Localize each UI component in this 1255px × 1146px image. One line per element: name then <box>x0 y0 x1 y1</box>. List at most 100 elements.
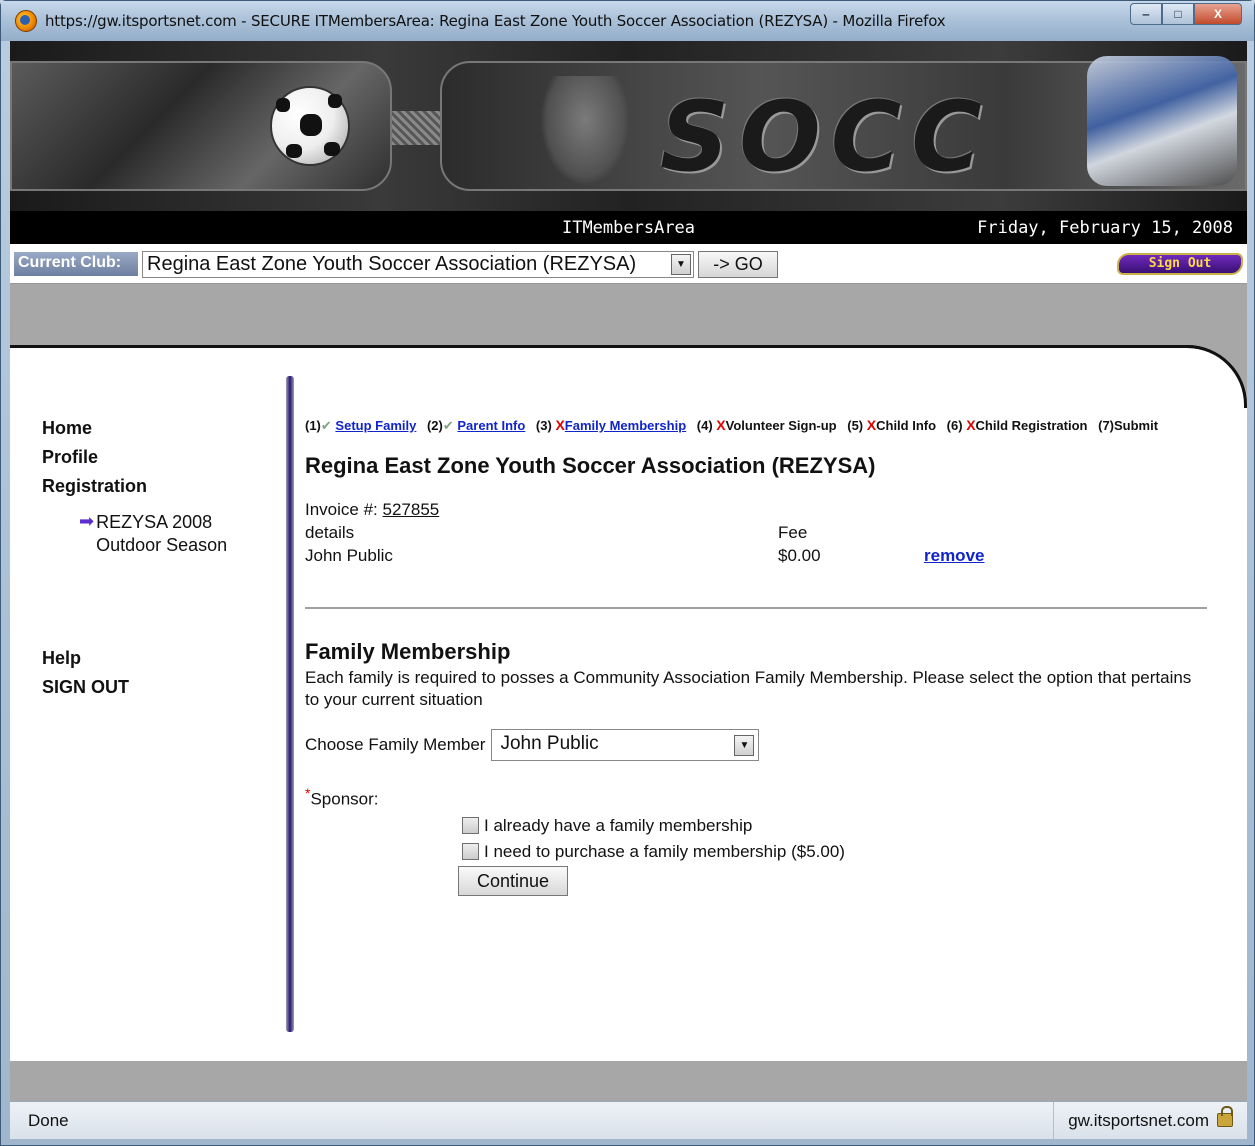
ball-patch <box>328 94 342 108</box>
lock-icon <box>1217 1106 1233 1127</box>
invoice-number-row: Invoice #: 527855 <box>305 500 439 520</box>
season-line2: Outdoor Season <box>96 535 228 555</box>
banner-connector <box>392 111 442 145</box>
chevron-down-icon[interactable]: ▼ <box>734 735 755 756</box>
sponsor-label-row: *Sponsor: <box>305 785 1215 810</box>
player-silhouette-image <box>540 76 630 186</box>
maximize-button[interactable]: □ <box>1162 3 1194 25</box>
sidebar-item-profile[interactable]: Profile <box>42 447 282 476</box>
step-label-child-info: Child Info <box>876 418 937 433</box>
season-line1: REZYSA 2008 <box>96 512 213 532</box>
sidebar-item-registration[interactable]: Registration <box>42 476 282 505</box>
organization-title: Regina East Zone Youth Soccer Associatio… <box>305 453 876 478</box>
arrow-right-icon: ➡ <box>79 511 95 531</box>
col-details: details <box>305 523 355 542</box>
status-text: Done <box>28 1111 69 1130</box>
step-label-volunteer: Volunteer Sign-up <box>725 418 837 433</box>
step-link-family-membership[interactable]: Family Membership <box>565 418 686 433</box>
invoice-label: Invoice #: <box>305 500 378 519</box>
step-1: (1)✔ Setup Family <box>305 418 417 433</box>
checkbox-purchase-membership[interactable] <box>462 843 479 861</box>
ball-patch <box>324 142 340 156</box>
ball-patch <box>286 144 302 158</box>
soccer-ball-icon <box>270 86 350 166</box>
section-divider <box>305 607 1207 609</box>
option-have-membership: I already have a family membership <box>462 816 1215 836</box>
option-purchase-membership: I need to purchase a family membership (… <box>462 842 1215 862</box>
invoice-header-row: details Fee <box>305 523 1005 543</box>
family-membership-description: Each family is required to posses a Comm… <box>305 668 1192 709</box>
remove-link[interactable]: remove <box>924 546 984 566</box>
step-link-parent-info[interactable]: Parent Info <box>457 418 525 433</box>
club-select-value: Regina East Zone Youth Soccer Associatio… <box>147 253 637 275</box>
club-select[interactable]: Regina East Zone Youth Soccer Associatio… <box>142 251 694 278</box>
current-date: Friday, February 15, 2008 <box>977 218 1233 238</box>
x-icon: X <box>716 417 726 433</box>
step-4: (4) XVolunteer Sign-up <box>696 417 837 433</box>
invoice-number: 527855 <box>382 500 440 519</box>
option-have-membership-label: I already have a family membership <box>484 815 753 835</box>
choose-member-label: Choose Family Member <box>305 735 486 754</box>
season-label: REZYSA 2008 Outdoor Season <box>96 511 227 557</box>
col-fee: Fee <box>778 523 808 542</box>
ball-patch <box>276 98 290 112</box>
footer-gray-bar <box>10 1061 1247 1101</box>
check-icon: ✔ <box>442 418 454 433</box>
step-link-setup-family[interactable]: Setup Family <box>335 418 416 433</box>
x-icon: X <box>555 417 565 433</box>
invoice-section: Invoice #: 527855 details Fee John Publi… <box>305 500 1215 570</box>
window-controls: ‒ □ X <box>1130 3 1242 25</box>
sidebar-item-sign-out[interactable]: SIGN OUT <box>42 677 129 706</box>
choose-member-row: Choose Family Member John Public ▼ <box>305 729 1215 761</box>
invoice-item-name: John Public <box>305 546 393 565</box>
step-progress: (1)✔ Setup Family (2)✔ Parent Info (3) X… <box>305 414 1215 437</box>
step-3: (3) XFamily Membership <box>535 417 687 433</box>
status-domain: gw.itsportsnet.com <box>1053 1102 1247 1140</box>
ball-patch <box>300 114 322 136</box>
main-content-area: Home Profile Registration ➡ REZYSA 2008 … <box>10 345 1247 1061</box>
invoice-item-row: John Public $0.00 remove <box>305 546 1005 566</box>
step-label-submit: Submit <box>1114 418 1159 433</box>
club-bar: Current Club: Regina East Zone Youth Soc… <box>10 244 1247 284</box>
sidebar-lower: Help SIGN OUT <box>42 648 129 706</box>
window-title: https://gw.itsportsnet.com - SECURE ITMe… <box>45 12 946 30</box>
sign-out-button[interactable]: Sign Out <box>1117 253 1243 275</box>
status-bar: Done gw.itsportsnet.com <box>10 1101 1247 1140</box>
go-button[interactable]: -> GO <box>698 251 778 278</box>
sidebar-item-help[interactable]: Help <box>42 648 129 677</box>
banner-soccer-word: SOCC <box>660 81 992 193</box>
gray-spacer <box>10 285 1247 345</box>
vertical-divider <box>286 376 294 1032</box>
step-2: (2)✔ Parent Info <box>426 418 526 433</box>
browser-window: https://gw.itsportsnet.com - SECURE ITMe… <box>0 0 1255 1146</box>
continue-button[interactable]: Continue <box>458 865 568 896</box>
player-photo-image <box>1087 56 1237 186</box>
step-label-child-registration: Child Registration <box>975 418 1088 433</box>
invoice-item-fee: $0.00 <box>778 546 821 565</box>
check-icon: ✔ <box>320 418 332 433</box>
sidebar: Home Profile Registration ➡ REZYSA 2008 … <box>42 418 282 557</box>
family-member-select[interactable]: John Public ▼ <box>491 729 760 761</box>
checkbox-have-membership[interactable] <box>462 817 479 835</box>
sidebar-item-season[interactable]: ➡ REZYSA 2008 Outdoor Season <box>42 511 282 557</box>
firefox-icon <box>15 10 37 32</box>
minimize-button[interactable]: ‒ <box>1130 3 1162 25</box>
step-7: (7)Submit <box>1098 418 1159 433</box>
sponsor-label: Sponsor: <box>310 789 379 809</box>
sidebar-item-home[interactable]: Home <box>42 418 282 447</box>
page-viewport: SOCC ITMembersArea Friday, February 15, … <box>10 41 1247 1101</box>
x-icon: X <box>966 417 976 433</box>
soccer-banner: SOCC <box>10 41 1247 211</box>
family-membership-title: Family Membership <box>305 639 511 664</box>
close-button[interactable]: X <box>1194 3 1242 25</box>
header-bar: ITMembersArea Friday, February 15, 2008 <box>10 211 1247 244</box>
registration-content: (1)✔ Setup Family (2)✔ Parent Info (3) X… <box>305 414 1215 896</box>
x-icon: X <box>866 417 877 433</box>
step-6: (6) XChild Registration <box>946 417 1088 433</box>
current-club-label: Current Club: <box>14 252 138 276</box>
status-domain-text: gw.itsportsnet.com <box>1068 1111 1209 1130</box>
chevron-down-icon[interactable]: ▼ <box>671 254 691 275</box>
option-purchase-membership-label: I need to purchase a family membership (… <box>484 841 845 861</box>
family-member-value: John Public <box>500 733 599 754</box>
step-5: (5) XChild Info <box>847 417 937 433</box>
